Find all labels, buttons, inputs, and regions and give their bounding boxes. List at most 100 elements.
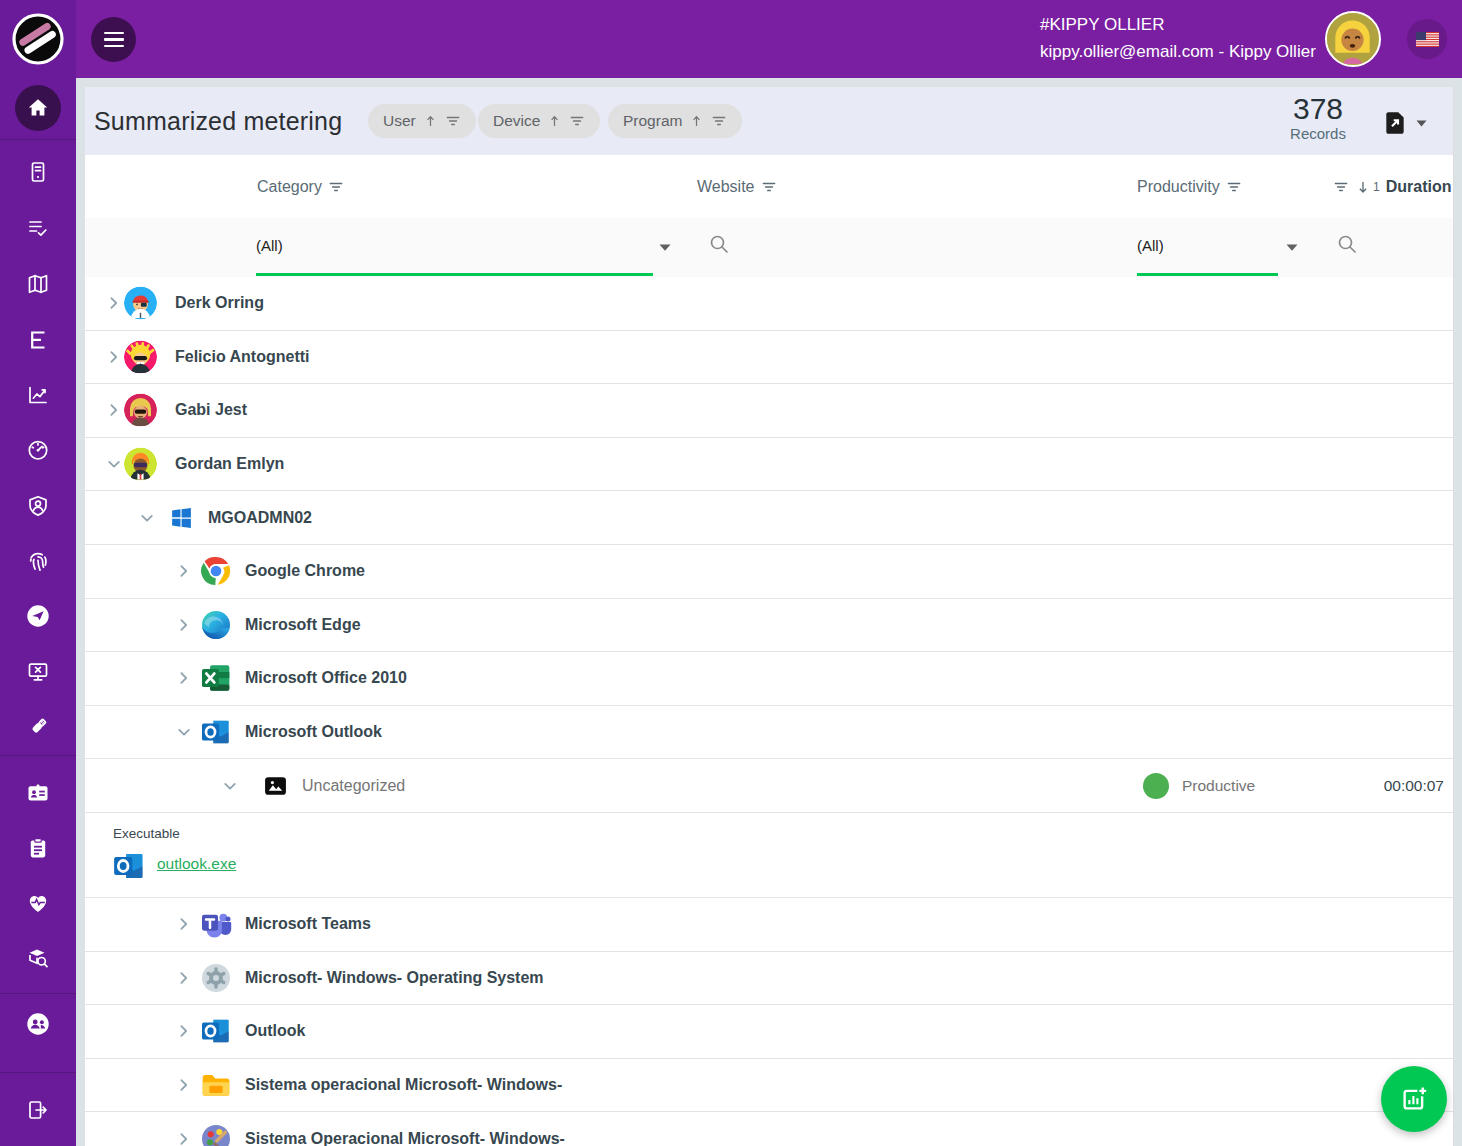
productivity-filter-caret-icon[interactable] bbox=[1286, 244, 1298, 251]
sidebar-item-home[interactable] bbox=[15, 85, 61, 131]
send-icon bbox=[26, 604, 50, 628]
sidebar-item-usb[interactable] bbox=[0, 715, 76, 739]
user-info: kippy.ollier@email.com - Kippy Ollier bbox=[1040, 38, 1316, 65]
group-pill-program[interactable]: Program bbox=[608, 104, 742, 138]
sidebar-item-fingerprint[interactable] bbox=[0, 549, 76, 573]
add-report-fab[interactable] bbox=[1381, 1066, 1447, 1132]
tree-row[interactable]: Gabi Jest bbox=[85, 384, 1453, 438]
tree-row[interactable]: Gordan Emlyn bbox=[85, 438, 1453, 492]
website-search-icon[interactable] bbox=[708, 233, 730, 255]
chevron-right-icon[interactable] bbox=[175, 670, 192, 687]
sidebar-item-people[interactable] bbox=[0, 1012, 76, 1036]
sidebar-item-shield-user[interactable] bbox=[0, 494, 76, 518]
sidebar-item-gauge[interactable] bbox=[0, 438, 76, 462]
chevron-right-icon[interactable] bbox=[175, 563, 192, 580]
sidebar-item-remote-desktop[interactable] bbox=[0, 660, 76, 684]
tree-row[interactable]: Felicio Antognetti bbox=[85, 331, 1453, 385]
user-avatar[interactable] bbox=[1325, 11, 1381, 67]
column-header-category[interactable]: Category bbox=[257, 178, 344, 196]
category-filter-select[interactable]: (All) bbox=[256, 237, 283, 254]
executable-link[interactable]: outlook.exe bbox=[157, 855, 236, 873]
top-bar: #KIPPY OLLIER kippy.ollier@email.com - K… bbox=[0, 0, 1462, 78]
pill-label: Device bbox=[493, 112, 540, 130]
chevron-down-icon[interactable] bbox=[175, 724, 192, 741]
folder-icon bbox=[200, 1069, 232, 1101]
column-header-website[interactable]: Website bbox=[697, 178, 777, 196]
sidebar-nav bbox=[0, 78, 76, 1146]
clipboard-icon bbox=[26, 836, 50, 860]
chevron-right-icon[interactable] bbox=[175, 1130, 192, 1146]
chevron-right-icon[interactable] bbox=[105, 402, 122, 419]
sidebar-item-devices[interactable] bbox=[0, 160, 76, 184]
tree-rows: Derk Orring Felicio Antognetti Gabi Jest… bbox=[85, 277, 1453, 1146]
sidebar-item-send[interactable] bbox=[0, 604, 76, 628]
duration-value: 00:00:07 bbox=[1384, 777, 1444, 795]
chevron-right-icon[interactable] bbox=[175, 969, 192, 986]
duration-search-icon[interactable] bbox=[1336, 233, 1358, 255]
records-label: Records bbox=[1281, 125, 1355, 142]
home-icon bbox=[25, 95, 51, 121]
sidebar-item-logout[interactable] bbox=[0, 1098, 76, 1122]
row-label: Sistema Operacional Microsoft- Windows- bbox=[245, 1130, 565, 1146]
tree-row[interactable]: Microsoft- Windows- Operating System bbox=[85, 952, 1453, 1006]
filter-icon bbox=[569, 114, 585, 128]
export-button[interactable] bbox=[1382, 110, 1427, 136]
tree-row[interactable]: Google Chrome bbox=[85, 545, 1453, 599]
sidebar-item-bar-chart[interactable] bbox=[0, 328, 76, 352]
logout-icon bbox=[26, 1098, 50, 1122]
usb-icon bbox=[26, 715, 50, 739]
chevron-down-icon[interactable] bbox=[221, 777, 238, 794]
export-caret-icon bbox=[1416, 120, 1427, 127]
group-pill-device[interactable]: Device bbox=[478, 104, 600, 138]
chevron-right-icon[interactable] bbox=[175, 1023, 192, 1040]
chevron-right-icon[interactable] bbox=[105, 295, 122, 312]
filter-icon bbox=[328, 180, 344, 194]
productivity-filter-select[interactable]: (All) bbox=[1137, 237, 1164, 254]
windows-icon bbox=[169, 505, 194, 530]
row-label: MGOADMN02 bbox=[208, 509, 312, 527]
language-button[interactable] bbox=[1407, 19, 1447, 59]
app-logo[interactable] bbox=[0, 0, 76, 78]
filter-icon bbox=[761, 180, 777, 194]
category-filter-caret-icon[interactable] bbox=[659, 244, 671, 251]
tree-row[interactable]: Outlook bbox=[85, 1005, 1453, 1059]
tree-row[interactable]: Sistema operacional Microsoft- Windows- bbox=[85, 1059, 1453, 1113]
outlook-icon bbox=[112, 849, 146, 883]
tree-row[interactable]: Microsoft Outlook bbox=[85, 706, 1453, 760]
sidebar-item-health[interactable] bbox=[0, 891, 76, 915]
sidebar-item-inspect[interactable] bbox=[0, 946, 76, 970]
sidebar-item-line-chart[interactable] bbox=[0, 383, 76, 407]
column-header-duration[interactable]: 1 Duration bbox=[1333, 178, 1451, 196]
avatar-derk-icon bbox=[124, 287, 157, 320]
sidebar-item-tasks[interactable] bbox=[0, 216, 76, 240]
chevron-right-icon[interactable] bbox=[105, 348, 122, 365]
column-header-productivity[interactable]: Productivity bbox=[1137, 178, 1242, 196]
menu-button[interactable] bbox=[91, 17, 136, 62]
group-pill-user[interactable]: User bbox=[368, 104, 476, 138]
chrome-icon bbox=[200, 555, 232, 587]
sidebar-item-id-card[interactable] bbox=[0, 781, 76, 805]
map-icon bbox=[26, 272, 50, 296]
tree-row[interactable]: Sistema Operacional Microsoft- Windows- bbox=[85, 1112, 1453, 1146]
row-label: Microsoft Outlook bbox=[245, 723, 382, 741]
tree-row[interactable]: Uncategorized Productive 00:00:07 bbox=[85, 759, 1453, 813]
tree-row[interactable]: Microsoft Office 2010 bbox=[85, 652, 1453, 706]
chevron-down-icon[interactable] bbox=[138, 509, 155, 526]
brand-logo-icon bbox=[12, 13, 64, 65]
chevron-right-icon[interactable] bbox=[175, 616, 192, 633]
tree-row[interactable]: Derk Orring bbox=[85, 277, 1453, 331]
tree-row[interactable]: MGOADMN02 bbox=[85, 491, 1453, 545]
chevron-right-icon[interactable] bbox=[175, 916, 192, 933]
row-label: Uncategorized bbox=[302, 777, 405, 795]
sort-desc-icon bbox=[1355, 179, 1371, 195]
sidebar-item-map[interactable] bbox=[0, 272, 76, 296]
sidebar-item-clipboard[interactable] bbox=[0, 836, 76, 860]
chevron-down-icon[interactable] bbox=[105, 456, 122, 473]
tree-row[interactable]: Microsoft Edge bbox=[85, 599, 1453, 653]
palette-icon bbox=[200, 1123, 232, 1146]
people-icon bbox=[26, 1012, 50, 1036]
tree-row[interactable]: Microsoft Teams bbox=[85, 898, 1453, 952]
account-info: #KIPPY OLLIER kippy.ollier@email.com - K… bbox=[1040, 11, 1316, 65]
productivity-dot bbox=[1143, 773, 1169, 799]
chevron-right-icon[interactable] bbox=[175, 1077, 192, 1094]
